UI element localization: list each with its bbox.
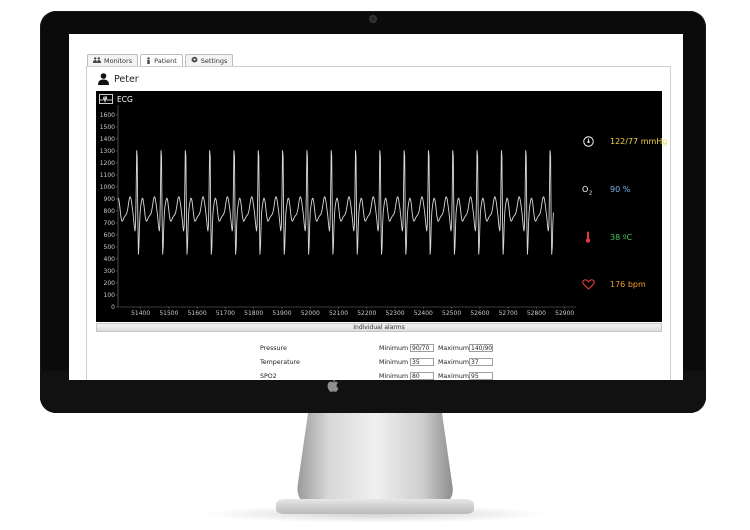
x-tick-label: 51500 — [159, 310, 178, 317]
patient-panel: Peter 1600 1500 1400 1300 1200 1100 1000 900 800… — [86, 66, 671, 380]
y-tick-label: 800 — [104, 208, 116, 215]
pressure-max-input[interactable]: 140/90 — [469, 344, 493, 352]
x-tick-label: 52400 — [414, 310, 433, 317]
x-tick-label: 51700 — [216, 310, 235, 317]
alarm-min-label: Minimum — [379, 345, 409, 352]
y-tick-label: 600 — [104, 232, 116, 239]
people-icon — [93, 56, 101, 65]
ecg-panel: 1600 1500 1400 1300 1200 1100 1000 900 800 700 600… — [96, 91, 667, 322]
y-tick-label: 400 — [104, 256, 116, 263]
alarm-max-label: Maximum — [438, 359, 470, 366]
blood-pressure-value: 122/77 mmHg — [610, 136, 668, 146]
heart-icon — [580, 277, 596, 291]
patient-header: Peter — [98, 73, 139, 85]
temperature-max-input[interactable]: 37 — [469, 358, 493, 366]
x-tick-label: 51800 — [244, 310, 263, 317]
x-tick-label: 52700 — [499, 310, 518, 317]
blood-pressure-icon — [580, 134, 596, 148]
alarm-max-label: Maximum — [438, 373, 470, 380]
y-tick-label: 1200 — [100, 160, 115, 167]
vital-oxygen: O2 90 % — [580, 182, 631, 196]
temperature-value: 38 ºC — [610, 232, 633, 242]
ecg-chart: 1600150014001300120011001000900800700600… — [100, 105, 576, 317]
x-tick-label: 52100 — [329, 310, 348, 317]
gear-icon — [191, 56, 198, 65]
individual-alarms-header[interactable]: Individual alarms — [96, 323, 662, 332]
x-tick-label: 52200 — [357, 310, 376, 317]
x-tick-label: 52500 — [442, 310, 461, 317]
ecg-title: ECG — [117, 94, 133, 104]
svg-text:O: O — [582, 185, 588, 194]
y-tick-label: 1500 — [100, 124, 115, 131]
x-tick-label: 52600 — [470, 310, 489, 317]
y-tick-label: 0 — [111, 304, 115, 311]
ecg-icon — [99, 94, 113, 104]
screen: Monitors Patient Settings Peter 1600 1500… — [69, 34, 683, 380]
thermometer-icon — [580, 230, 596, 244]
ecg-header: ECG — [99, 94, 133, 104]
y-tick-label: 900 — [104, 196, 116, 203]
pressure-min-input[interactable]: 90/70 — [410, 344, 434, 352]
spo2-min-input[interactable]: 80 — [410, 372, 434, 380]
tab-settings-label: Settings — [200, 56, 228, 65]
spo2-max-input[interactable]: 95 — [469, 372, 493, 380]
vital-blood-pressure: 122/77 mmHg — [580, 134, 667, 148]
x-tick-label: 52800 — [527, 310, 546, 317]
alarm-min-label: Minimum — [379, 373, 409, 380]
x-tick-label: 51400 — [131, 310, 150, 317]
monitor-stand — [276, 413, 474, 514]
y-tick-label: 700 — [104, 220, 116, 227]
heart-rate-value: 176 bpm — [610, 279, 646, 289]
oxygen-value: 90 % — [610, 184, 631, 194]
tab-patient-label: Patient — [154, 57, 177, 65]
alarm-label-spo2: SPO2 — [260, 373, 277, 380]
x-tick-label: 52000 — [301, 310, 320, 317]
svg-text:2: 2 — [589, 190, 592, 195]
y-tick-label: 1600 — [100, 112, 115, 119]
x-tick-label: 52900 — [555, 310, 574, 317]
tab-monitors-label: Monitors — [104, 56, 133, 65]
alarm-label-pressure: Pressure — [260, 345, 287, 352]
vital-heart-rate: 176 bpm — [580, 277, 646, 291]
tab-monitors[interactable]: Monitors — [87, 54, 139, 66]
y-tick-label: 100 — [104, 292, 116, 299]
oxygen-icon: O2 — [580, 182, 596, 196]
x-tick-label: 52300 — [386, 310, 405, 317]
alarm-label-temperature: Temperature — [260, 359, 300, 366]
individual-alarms-title: Individual alarms — [353, 324, 405, 331]
y-tick-label: 300 — [104, 268, 116, 275]
ecg-waveform — [117, 150, 554, 255]
y-tick-label: 1100 — [100, 172, 115, 179]
y-tick-label: 1400 — [100, 136, 115, 143]
y-tick-label: 1300 — [100, 148, 115, 155]
y-tick-label: 1000 — [100, 184, 115, 191]
vital-temperature: 38 ºC — [580, 230, 632, 244]
camera — [370, 16, 376, 22]
person-icon — [98, 73, 109, 85]
x-tick-label: 51600 — [188, 310, 207, 317]
alarm-max-label: Maximum — [438, 345, 470, 352]
temperature-min-input[interactable]: 35 — [410, 358, 434, 366]
x-tick-label: 51900 — [272, 310, 291, 317]
tab-settings[interactable]: Settings — [184, 54, 234, 66]
y-tick-label: 500 — [104, 244, 116, 251]
person-small-icon — [146, 56, 151, 66]
patient-name: Peter — [114, 73, 139, 85]
y-tick-label: 200 — [104, 280, 116, 287]
tab-bar: Monitors Patient Settings — [87, 54, 234, 67]
alarm-min-label: Minimum — [379, 359, 409, 366]
